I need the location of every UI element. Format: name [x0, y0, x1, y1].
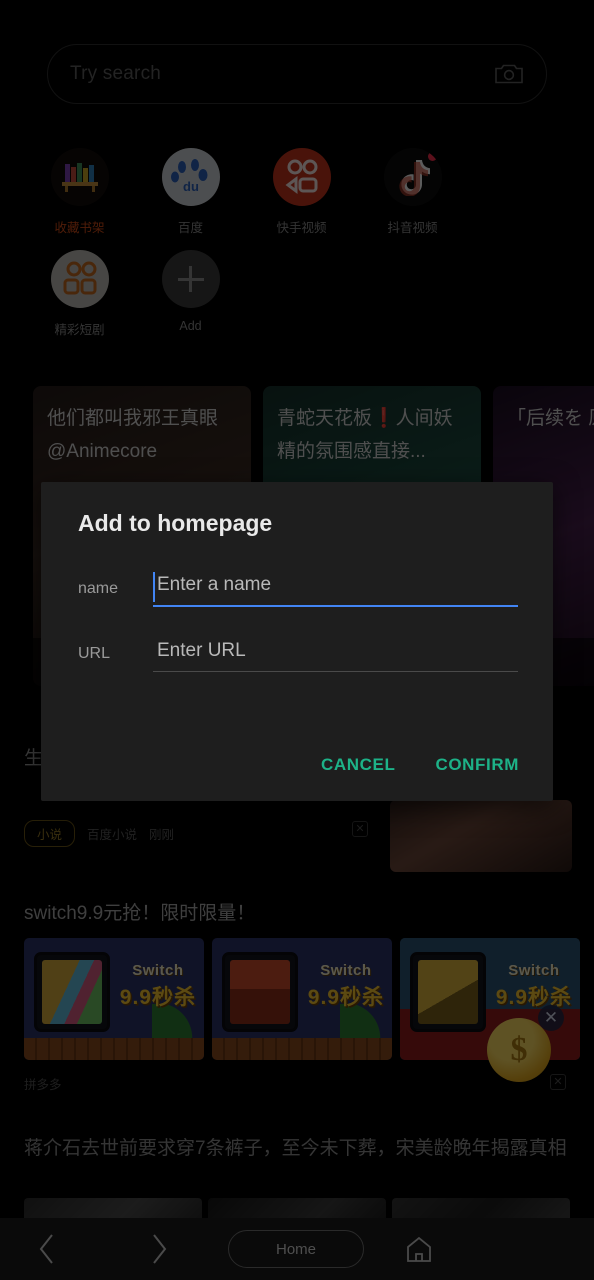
close-icon[interactable]: ✕ — [550, 1074, 566, 1090]
ad-source: 拼多多 — [24, 1078, 62, 1092]
camera-icon[interactable] — [494, 62, 524, 86]
shortcut-label: 抖音视频 — [387, 221, 438, 235]
shortcut-baidu[interactable]: du 百度 — [135, 148, 246, 236]
shortcut-grid: 收藏书架 du 百度 快手视频 抖音视频 精彩短剧 Add — [24, 148, 570, 352]
novel-tag: 小说 — [24, 820, 76, 847]
name-field-label: name — [78, 579, 119, 597]
shortcut-label: 百度 — [177, 221, 203, 235]
douyin-video-icon — [383, 148, 442, 206]
name-input-placeholder: Enter a name — [157, 574, 272, 595]
novel-source: 百度小说 — [87, 828, 138, 842]
dialog-actions: CANCEL CONFIRM — [321, 755, 519, 775]
video-card-title: 「后续を 原创阁下 — [507, 408, 594, 429]
add-to-homepage-dialog: Add to homepage name Enter a name URL En… — [41, 482, 553, 801]
shortcut-label: 精彩短剧 — [54, 323, 105, 337]
shortcut-kuaishou[interactable]: 快手视频 — [246, 148, 357, 236]
news-title[interactable]: 蒋介石去世前要求穿7条裤子，至今未下葬，宋美龄晚年揭露真相 — [24, 1132, 576, 1166]
ad-brand: Switch — [132, 962, 184, 979]
shortcut-add[interactable]: Add — [135, 250, 246, 338]
ad-title[interactable]: switch9.9元抢！限时限量！ — [24, 898, 255, 925]
baidu-icon: du — [161, 148, 220, 206]
url-input-placeholder: Enter URL — [157, 640, 246, 661]
video-card-title: 他们都叫我邪王真眼 @Animecore — [47, 408, 238, 462]
confirm-button[interactable]: CONFIRM — [435, 755, 519, 775]
plus-icon — [161, 250, 220, 308]
search-bar[interactable]: Try search — [47, 44, 547, 104]
shortcut-bookshelf[interactable]: 收藏书架 — [24, 148, 135, 236]
name-field-row: name Enter a name — [78, 572, 518, 607]
ad-brand: Switch — [320, 962, 372, 979]
phone-screen: Try search 收藏书架 du 百度 快手视频 抖音视频 精彩短剧 Add… — [0, 0, 594, 1280]
coin-reward-icon[interactable]: $ — [487, 1018, 551, 1082]
dialog-title: Add to homepage — [78, 510, 273, 536]
name-input-underline — [153, 605, 518, 607]
cancel-button[interactable]: CANCEL — [321, 755, 395, 775]
bookshelf-icon — [50, 148, 109, 206]
close-icon[interactable]: ✕ — [352, 821, 368, 837]
shortcut-short-drama[interactable]: 精彩短剧 — [24, 250, 135, 338]
url-input[interactable]: Enter URL — [153, 640, 518, 672]
video-card-title: 青蛇天花板❗人间妖精的氛围感直接... — [277, 408, 453, 462]
ad-brand: Switch — [508, 962, 560, 979]
chevron-right-icon[interactable] — [148, 1232, 170, 1266]
home-button-label: Home — [275, 1240, 316, 1258]
notification-dot — [427, 152, 437, 161]
novel-time: 刚刚 — [149, 828, 175, 842]
shortcut-label: Add — [179, 319, 202, 333]
kuaishou-video-icon — [272, 148, 331, 206]
home-button[interactable]: Home — [228, 1230, 364, 1268]
ad-price: 9.9秒杀 — [119, 986, 196, 1009]
ad-image[interactable]: Switch 9.9秒杀 — [212, 938, 392, 1060]
chevron-left-icon[interactable] — [36, 1232, 58, 1266]
ad-price: 9.9秒杀 — [307, 986, 384, 1009]
novel-feed-meta: 小说 百度小说 刚刚 — [24, 820, 174, 847]
novel-feed-thumbnail[interactable] — [390, 800, 572, 872]
url-field-row: URL Enter URL — [78, 640, 518, 672]
shortcut-label: 收藏书架 — [54, 221, 105, 235]
svg-text:du: du — [183, 179, 199, 194]
text-cursor — [153, 572, 155, 602]
house-icon[interactable] — [404, 1234, 434, 1264]
search-input-placeholder[interactable]: Try search — [70, 63, 161, 85]
url-field-label: URL — [78, 645, 111, 662]
shortcut-douyin[interactable]: 抖音视频 — [357, 148, 468, 236]
short-drama-icon — [50, 250, 109, 308]
shortcut-label: 快手视频 — [276, 221, 327, 235]
bottom-navigation-bar: Home — [0, 1218, 594, 1280]
ad-price: 9.9秒杀 — [495, 986, 572, 1009]
name-input[interactable]: Enter a name — [153, 572, 518, 607]
url-input-underline — [153, 671, 518, 672]
ad-image[interactable]: Switch 9.9秒杀 — [24, 938, 204, 1060]
